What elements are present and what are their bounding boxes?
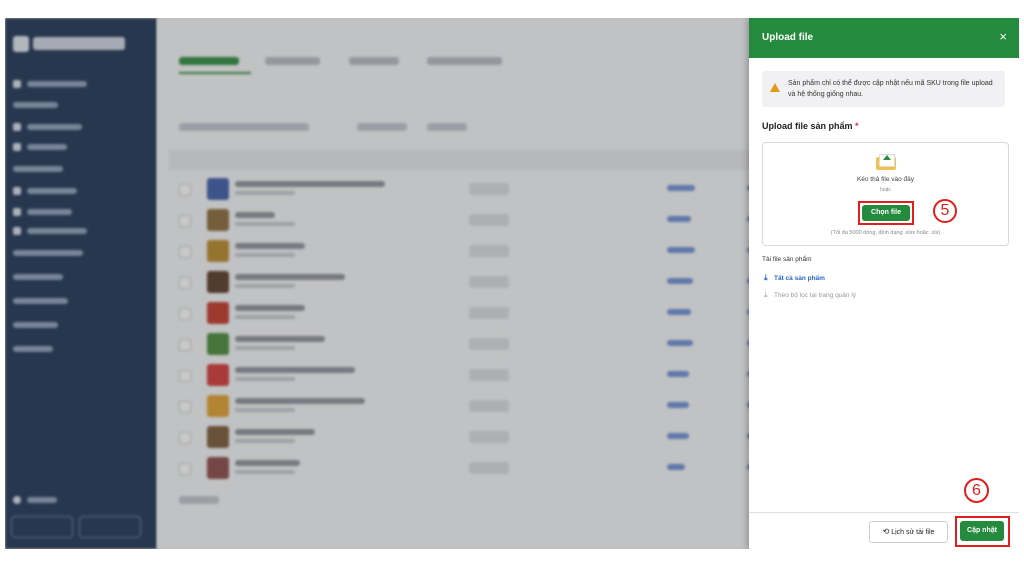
panel-header: Upload file × [749, 18, 1019, 58]
download-all-label: Tất cả sản phẩm [774, 275, 825, 282]
download-filtered-label: Theo bộ lọc tại trang quản lý [774, 292, 857, 299]
drop-text: Kéo thả file vào đây [856, 176, 915, 183]
upload-folder-icon [876, 154, 896, 170]
download-icon: ⤓ [764, 273, 768, 282]
app-window: Upload file × Sản phẩm chỉ có thể được c… [5, 18, 1019, 549]
panel-title: Upload file [762, 32, 814, 43]
step-5-marker: 5 [933, 199, 957, 223]
history-clock-icon: ⟲ [882, 527, 890, 536]
download-section-label: Tải file sản phẩm [762, 256, 812, 263]
warning-text: Sản phẩm chỉ có thể được cập nhật nếu mã… [788, 80, 993, 98]
sku-warning: Sản phẩm chỉ có thể được cập nhật nếu mã… [762, 71, 1005, 107]
required-mark: * [855, 121, 859, 131]
download-icon: ⤓ [764, 290, 768, 299]
file-limit-hint: (Tối đa 5000 dòng, định dạng .xlsx hoặc … [830, 230, 941, 236]
warning-triangle-icon [770, 83, 780, 92]
choose-file-button[interactable]: Chọn file [862, 205, 910, 221]
history-label: Lịch sử tải file [891, 529, 935, 536]
panel-footer: ⟲ Lịch sử tải file Cập nhật [749, 512, 1019, 549]
step-6-marker: 6 [964, 478, 989, 503]
close-icon[interactable]: × [999, 29, 1007, 44]
upload-file-panel: Upload file × Sản phẩm chỉ có thể được c… [749, 18, 1019, 549]
upload-section-label: Upload file sản phẩm [762, 121, 853, 131]
download-all-products-link[interactable]: ⤓ Tất cả sản phẩm [764, 273, 825, 283]
download-filtered-link[interactable]: ⤓ Theo bộ lọc tại trang quản lý [764, 290, 856, 300]
update-button[interactable]: Cập nhật [960, 521, 1004, 541]
upload-history-button[interactable]: ⟲ Lịch sử tải file [869, 521, 948, 543]
or-text: hoặc [880, 187, 891, 193]
modal-overlay[interactable] [5, 18, 753, 549]
upload-section-title: Upload file sản phẩm * [762, 121, 859, 131]
file-drop-zone[interactable]: Kéo thả file vào đây hoặc Chọn file 5 (T… [762, 142, 1009, 246]
